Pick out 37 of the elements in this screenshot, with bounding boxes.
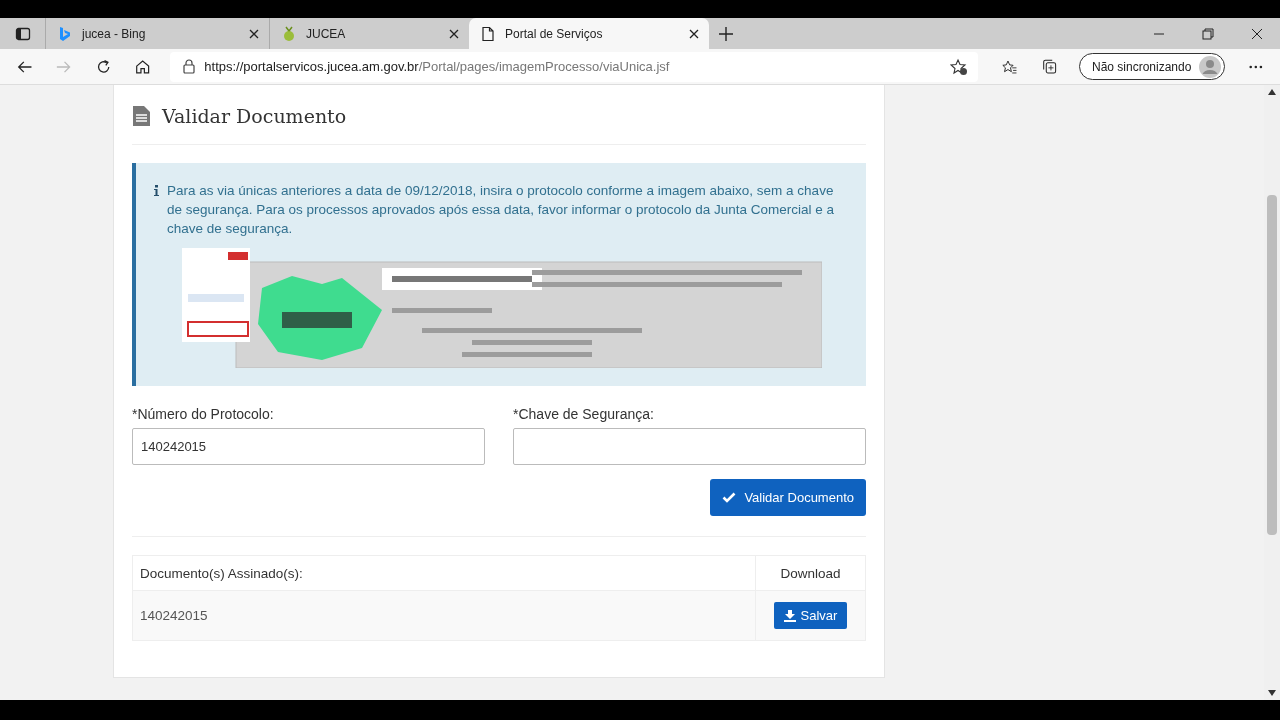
leaf-icon: [282, 25, 296, 42]
profile-button[interactable]: Não sincronizando: [1078, 53, 1226, 80]
input-field[interactable]: [513, 428, 866, 465]
save-button[interactable]: Salvar: [773, 602, 848, 629]
avatar-icon: [1199, 55, 1222, 78]
url-text: https://portalservicos.jucea.am.gov.br/Portal/pages/imagemProcesso/viaUnica.jsf: [204, 59, 671, 74]
page-title: Validar Documento: [162, 105, 347, 127]
new-tab-icon[interactable]: [719, 26, 733, 41]
more-icon[interactable]: [1249, 64, 1263, 69]
star-add-icon[interactable]: [950, 57, 969, 76]
browser-tab[interactable]: Portal de Serviços: [469, 18, 709, 49]
field-label: *Chave de Segurança:: [513, 406, 655, 422]
close-icon[interactable]: [449, 28, 459, 39]
close-icon[interactable]: [689, 28, 699, 39]
address-bar[interactable]: https://portalservicos.jucea.am.gov.br/Portal/pages/imagemProcesso/viaUnica.jsf: [170, 51, 979, 82]
table-cell: 140242015: [132, 590, 756, 641]
scrollbar-thumb[interactable]: [1267, 195, 1277, 535]
restore-icon[interactable]: [1202, 27, 1214, 40]
collections-icon[interactable]: [1041, 57, 1057, 76]
field-label: *Número do Protocolo:: [132, 406, 275, 422]
close-icon[interactable]: [1251, 27, 1263, 40]
info-icon: [154, 185, 159, 196]
scroll-down-icon[interactable]: [1268, 690, 1276, 696]
column-header: Documento(s) Assinado(s):: [132, 555, 756, 591]
download-icon: [783, 609, 796, 622]
scroll-up-icon[interactable]: [1268, 89, 1276, 95]
check-icon: [722, 492, 737, 503]
lock-icon: [183, 59, 196, 74]
document-icon: [133, 106, 150, 126]
page-icon: [481, 25, 495, 42]
info-text: Para as via únicas anteriores a data de 09/12/2018, insira o protocolo conforme a imagem abaixo, sem a chave de segurança. Para os processos aprovados após essa data, favor informar o protocolo da Junta Comercial e a chave de segurança.: [167, 182, 836, 238]
input-field[interactable]: 140242015: [132, 428, 485, 465]
refresh-icon[interactable]: [95, 57, 111, 76]
home-icon[interactable]: [135, 57, 151, 76]
close-icon[interactable]: [249, 28, 259, 39]
validate-button[interactable]: Validar Documento: [710, 479, 866, 516]
tab-actions-icon[interactable]: [15, 25, 31, 42]
